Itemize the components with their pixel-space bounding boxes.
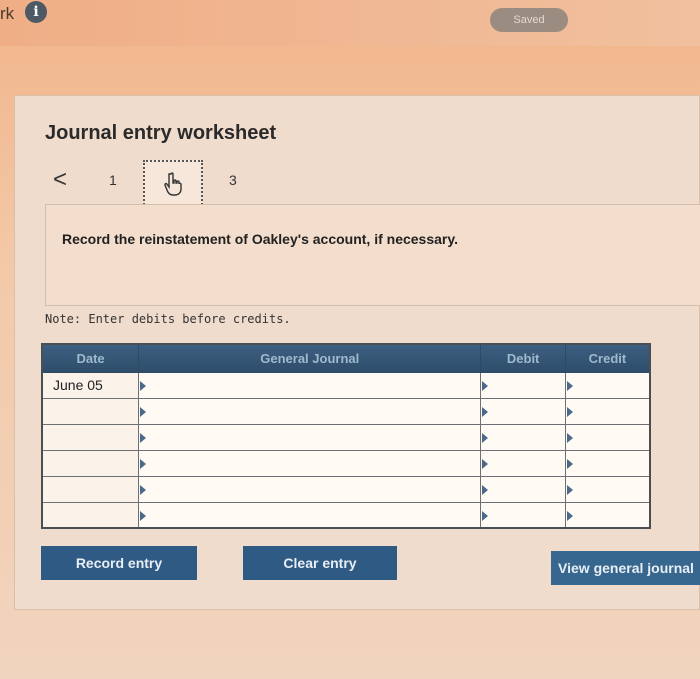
table-row: June 05 <box>41 371 651 399</box>
debit-input[interactable] <box>480 449 566 477</box>
account-input[interactable] <box>138 423 482 451</box>
table-row <box>41 397 651 425</box>
journal-entry-panel: Journal entry worksheet < 1 3 Record the… <box>14 95 700 610</box>
debit-input[interactable] <box>480 501 566 529</box>
top-bar: rk i Saved <box>0 0 700 46</box>
credit-input[interactable] <box>564 397 651 425</box>
record-entry-button[interactable]: Record entry <box>41 546 197 580</box>
date-cell[interactable] <box>41 397 140 425</box>
table-row <box>41 449 651 477</box>
credit-input[interactable] <box>564 475 651 503</box>
account-input[interactable] <box>138 371 482 399</box>
credit-input[interactable] <box>564 501 651 529</box>
instruction-box: Record the reinstatement of Oakley's acc… <box>45 204 700 306</box>
date-cell[interactable] <box>41 501 140 529</box>
debit-header: Debit <box>480 343 566 373</box>
general-journal-header: General Journal <box>138 343 482 373</box>
saved-status-badge: Saved <box>490 8 568 32</box>
credit-input[interactable] <box>564 449 651 477</box>
account-input[interactable] <box>138 475 482 503</box>
assignment-title-fragment: rk <box>0 4 15 23</box>
debit-input[interactable] <box>480 475 566 503</box>
table-row <box>41 501 651 529</box>
page-title: Journal entry worksheet <box>45 122 277 144</box>
step-2-current[interactable] <box>143 160 203 208</box>
previous-step-chevron-icon[interactable]: < <box>53 166 67 194</box>
debit-input[interactable] <box>480 371 566 399</box>
credit-header: Credit <box>564 343 651 373</box>
account-input[interactable] <box>138 449 482 477</box>
view-general-journal-button[interactable]: View general journal <box>551 551 700 585</box>
clear-entry-button[interactable]: Clear entry <box>243 546 397 580</box>
journal-header-row: Date General Journal Debit Credit <box>41 343 651 373</box>
date-cell[interactable] <box>41 449 140 477</box>
step-1-link[interactable]: 1 <box>109 172 117 188</box>
step-3-link[interactable]: 3 <box>229 172 237 188</box>
journal-table: Date General Journal Debit Credit June 0… <box>41 343 651 529</box>
info-icon[interactable]: i <box>25 1 47 23</box>
credit-input[interactable] <box>564 423 651 451</box>
date-header: Date <box>41 343 140 373</box>
date-cell[interactable] <box>41 423 140 451</box>
credit-input[interactable] <box>564 371 651 399</box>
date-cell[interactable] <box>41 475 140 503</box>
note-text: Note: Enter debits before credits. <box>45 312 291 326</box>
debit-input[interactable] <box>480 397 566 425</box>
date-cell[interactable]: June 05 <box>41 371 140 399</box>
debit-input[interactable] <box>480 423 566 451</box>
account-input[interactable] <box>138 501 482 529</box>
hand-pointer-icon <box>164 172 182 196</box>
instruction-text: Record the reinstatement of Oakley's acc… <box>62 231 458 247</box>
table-row <box>41 475 651 503</box>
table-row <box>41 423 651 451</box>
account-input[interactable] <box>138 397 482 425</box>
